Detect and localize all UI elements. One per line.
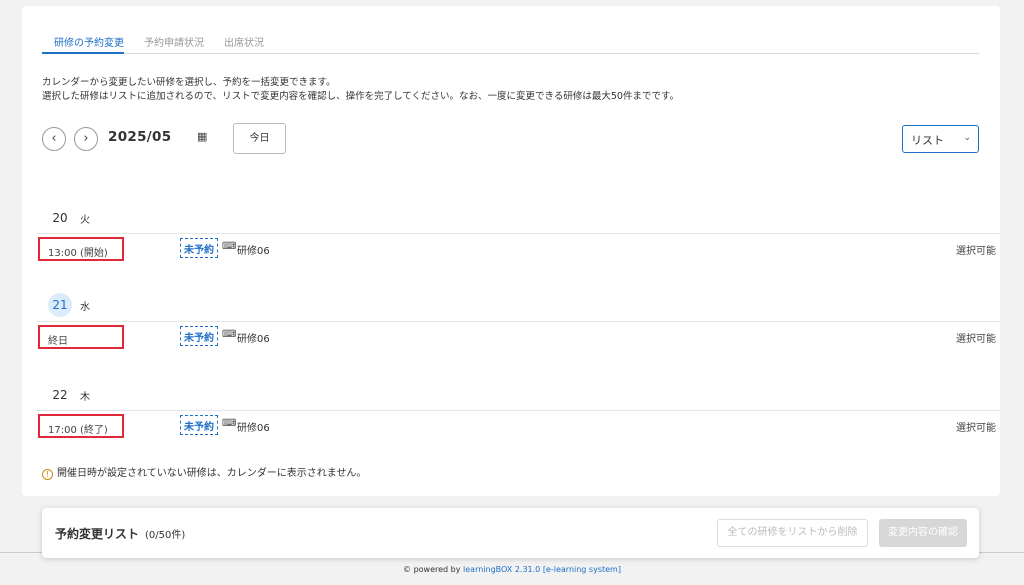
reservation-badge: 未予約 <box>180 415 218 435</box>
clear-list-button[interactable]: 全ての研修をリストから削除 <box>717 519 868 547</box>
next-month-button[interactable]: › <box>74 127 98 151</box>
footer-link[interactable]: learningBOX 2.31.0 [e-learning system] <box>463 565 621 574</box>
tab-application-status[interactable]: 予約申請状況 <box>144 28 204 54</box>
event-name[interactable]: 研修06 <box>237 419 270 434</box>
event-status: 選択可能 <box>956 246 996 257</box>
event-name[interactable]: 研修06 <box>237 330 270 345</box>
day-header: 22 木 <box>52 383 90 407</box>
calendar-icon[interactable]: ▦ <box>197 130 207 143</box>
event-status: 選択可能 <box>956 334 996 345</box>
event-time: 終日 <box>38 325 124 349</box>
footer-prefix: © powered by <box>403 565 464 574</box>
day-number: 22 <box>52 388 68 402</box>
tab-reservation-change[interactable]: 研修の予約変更 <box>42 28 124 54</box>
event-time: 13:00 (開始) <box>38 237 124 261</box>
reservation-badge: 未予約 <box>180 238 218 258</box>
description-line-2: 選択した研修はリストに追加されるので、リストで変更内容を確認し、操作を完了してく… <box>42 91 680 102</box>
description: カレンダーから変更したい研修を選択し、予約を一括変更できます。 選択した研修はリ… <box>42 76 679 104</box>
tab-attendance-status[interactable]: 出席状況 <box>224 28 264 54</box>
event-name[interactable]: 研修06 <box>237 242 270 257</box>
change-list-bar: 予約変更リスト (0/50件) 全ての研修をリストから削除 変更内容の確認 <box>42 508 979 558</box>
reservation-badge: 未予約 <box>180 326 218 346</box>
day-weekday: 水 <box>80 301 90 313</box>
view-select[interactable]: リスト ⌄ <box>902 125 979 153</box>
training-icon: ⌨ <box>222 329 237 340</box>
calendar-nav: ‹ › 2025/05 ▦ 今日 リスト ⌄ <box>42 123 979 156</box>
event-row[interactable]: 13:00 (開始) 未予約 ⌨ 研修06 選択可能 <box>36 233 1000 263</box>
notice-text: 開催日時が設定されていない研修は、カレンダーに表示されません。 <box>57 468 367 479</box>
chevron-left-icon: ‹ <box>51 131 57 146</box>
current-month: 2025/05 <box>108 129 172 145</box>
prev-month-button[interactable]: ‹ <box>42 127 66 151</box>
day-number-today: 21 <box>48 293 72 317</box>
day-header: 20 火 <box>52 206 90 230</box>
main-card: 研修の予約変更 予約申請状況 出席状況 カレンダーから変更したい研修を選択し、予… <box>22 6 1000 496</box>
change-list-title-text: 予約変更リスト <box>55 527 140 541</box>
event-time: 17:00 (終了) <box>38 414 124 438</box>
day-weekday: 火 <box>80 214 90 226</box>
change-list-title: 予約変更リスト (0/50件) <box>55 525 185 542</box>
day-number: 20 <box>52 211 68 225</box>
chevron-right-icon: › <box>83 131 89 146</box>
info-icon: ! <box>42 469 53 480</box>
day-weekday: 木 <box>80 391 90 403</box>
event-status: 選択可能 <box>956 423 996 434</box>
footer: © powered by learningBOX 2.31.0 [e-learn… <box>0 565 1024 574</box>
event-row[interactable]: 終日 未予約 ⌨ 研修06 選択可能 <box>36 321 1000 351</box>
description-line-1: カレンダーから変更したい研修を選択し、予約を一括変更できます。 <box>42 77 336 88</box>
chevron-down-icon: ⌄ <box>963 133 971 143</box>
training-icon: ⌨ <box>222 241 237 252</box>
confirm-changes-button[interactable]: 変更内容の確認 <box>879 519 967 547</box>
training-icon: ⌨ <box>222 418 237 429</box>
view-select-value: リスト <box>911 134 944 147</box>
day-header: 21 水 <box>48 293 90 317</box>
change-list-count: (0/50件) <box>145 530 186 541</box>
today-button[interactable]: 今日 <box>233 123 286 154</box>
tab-bar: 研修の予約変更 予約申請状況 出席状況 <box>42 28 979 54</box>
event-row[interactable]: 17:00 (終了) 未予約 ⌨ 研修06 選択可能 <box>36 410 1000 440</box>
notice: ! 開催日時が設定されていない研修は、カレンダーに表示されません。 <box>42 464 366 480</box>
